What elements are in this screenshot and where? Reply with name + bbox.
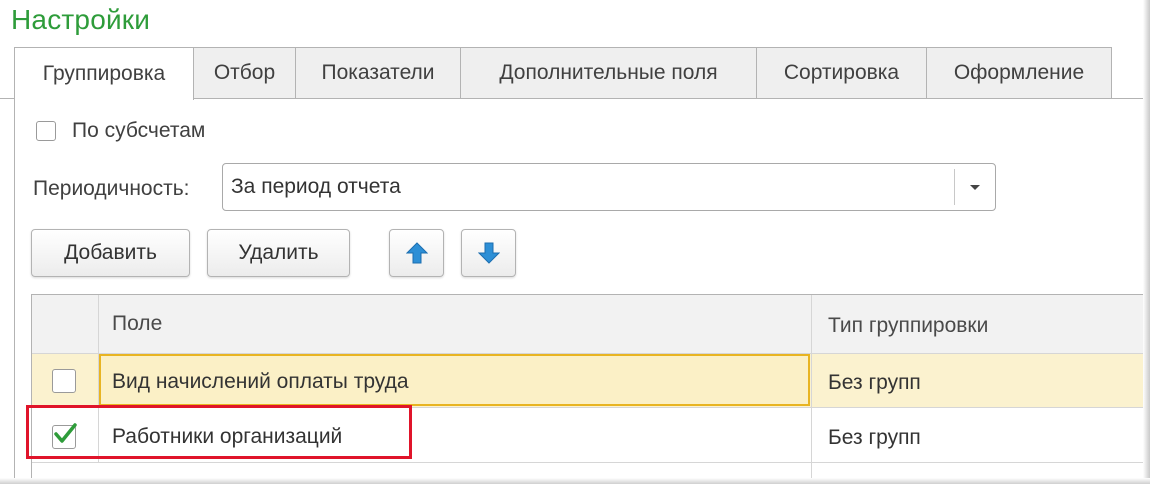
tab-indicators[interactable]: Показатели — [295, 47, 461, 98]
panel-border — [14, 99, 15, 484]
tab-sorting[interactable]: Сортировка — [756, 47, 927, 98]
periodicity-value: За период отчета — [231, 175, 401, 198]
tab-additional-fields[interactable]: Дополнительные поля — [460, 47, 757, 98]
chevron-down-icon[interactable] — [970, 185, 980, 190]
column-header-group-type[interactable]: Тип группировки — [828, 314, 988, 338]
select-separator — [954, 169, 955, 205]
move-up-button[interactable] — [389, 229, 444, 277]
periodicity-label: Периодичность: — [33, 177, 190, 200]
move-down-button[interactable] — [461, 229, 516, 277]
field-cell: Вид начислений оплаты труда — [112, 370, 409, 393]
group-type-cell[interactable]: Без групп — [828, 426, 921, 450]
row-checkbox[interactable] — [52, 369, 76, 393]
tab-bar: Группировка Отбор Показатели Дополнитель… — [14, 47, 1144, 100]
arrow-down-icon — [477, 242, 500, 264]
tab-filter[interactable]: Отбор — [193, 47, 296, 98]
frame-shadow — [0, 478, 1150, 484]
delete-button[interactable]: Удалить — [207, 229, 350, 277]
row-divider — [32, 462, 1150, 463]
table-border-top — [31, 294, 1150, 295]
arrow-up-icon — [405, 242, 428, 264]
add-button[interactable]: Добавить — [31, 229, 190, 277]
frame-shadow — [1143, 0, 1150, 484]
header-divider — [32, 353, 1150, 354]
highlight-annotation — [26, 405, 412, 459]
periodicity-select[interactable]: За период отчета — [222, 163, 996, 211]
page-title: Настройки — [11, 4, 151, 35]
settings-window: Настройки Группировка Отбор Показатели Д… — [0, 0, 1150, 484]
subaccounts-checkbox[interactable] — [36, 121, 56, 141]
column-divider — [811, 295, 812, 484]
subaccounts-label: По субсчетам — [72, 119, 206, 142]
column-header-field[interactable]: Поле — [112, 312, 162, 336]
tab-grouping[interactable]: Группировка — [14, 47, 194, 100]
group-type-cell[interactable]: Без групп — [828, 371, 921, 395]
tab-appearance[interactable]: Оформление — [926, 47, 1112, 98]
